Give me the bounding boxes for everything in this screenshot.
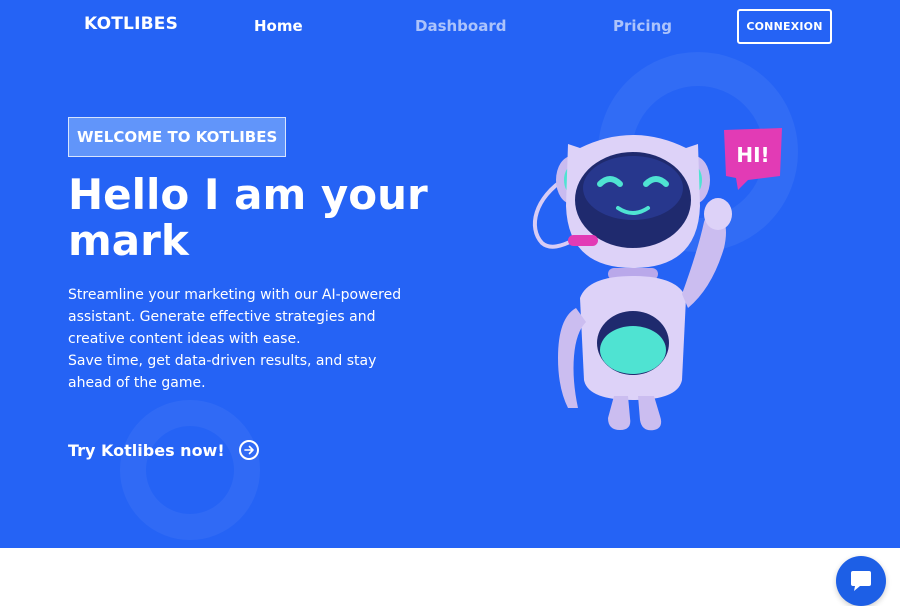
logo[interactable]: KOTLIBES	[84, 14, 178, 34]
robot-illustration: HI!	[532, 128, 782, 431]
nav-link-home[interactable]: Home	[254, 17, 303, 35]
description-line: Save time, get data-driven results, and …	[68, 353, 377, 369]
arrow-right-circle-icon	[238, 440, 259, 460]
description-line: ahead of the game.	[68, 375, 206, 391]
microphone-icon	[568, 235, 598, 246]
chat-button[interactable]	[836, 556, 886, 606]
robot-chest-glow	[600, 326, 666, 374]
speech-bubble-text: HI!	[736, 143, 769, 167]
hero-headline: Hello I am your mark	[68, 170, 428, 265]
navbar: KOTLIBES Home Dashboard Pricing CONNEXIO…	[0, 0, 900, 54]
login-button[interactable]: CONNEXION	[737, 9, 832, 44]
robot-leg-left	[608, 396, 631, 430]
nav-link-dashboard[interactable]: Dashboard	[415, 17, 506, 35]
nav-link-pricing[interactable]: Pricing	[613, 17, 672, 35]
description-line: Streamline your marketing with our AI-po…	[68, 287, 402, 303]
cta-label: Try Kotlibes now!	[68, 440, 225, 460]
robot-hand	[704, 198, 732, 230]
hero-section: KOTLIBES Home Dashboard Pricing CONNEXIO…	[0, 0, 900, 548]
try-kotlibes-button[interactable]: Try Kotlibes now!	[68, 440, 259, 460]
visor-shine	[583, 156, 683, 220]
chat-bubble-icon	[851, 571, 871, 591]
hero-description: Streamline your marketing with our AI-po…	[68, 284, 448, 394]
description-line: creative content ideas with ease.	[68, 331, 301, 347]
description-line: assistant. Generate effective strategies…	[68, 309, 376, 325]
robot-leg-right	[638, 396, 662, 431]
welcome-badge: WELCOME TO KOTLIBES	[68, 117, 287, 157]
decorative-ring	[120, 400, 260, 540]
robot-arm-left	[558, 308, 586, 408]
